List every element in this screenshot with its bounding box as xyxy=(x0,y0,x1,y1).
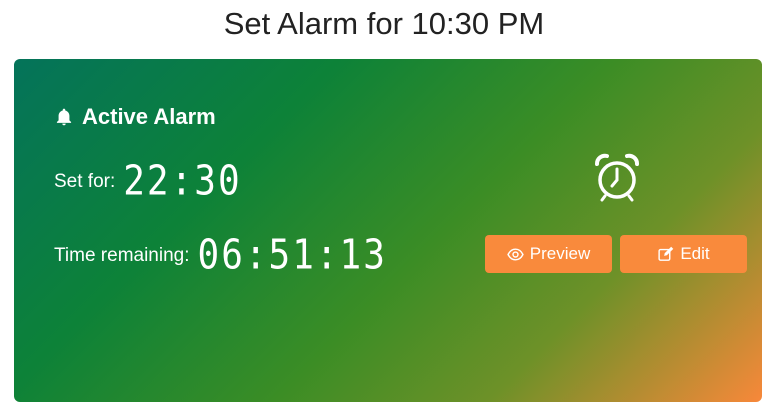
edit-button[interactable]: Edit xyxy=(620,235,747,273)
time-remaining-row: Time remaining: 06:51:13 xyxy=(54,231,387,280)
preview-button[interactable]: Preview xyxy=(485,235,612,273)
card-heading-text: Active Alarm xyxy=(82,104,216,129)
bell-icon xyxy=(56,108,72,126)
edit-button-label: Edit xyxy=(680,244,710,263)
preview-button-label: Preview xyxy=(529,244,591,263)
set-for-row: Set for: 22:30 xyxy=(54,157,242,206)
edit-icon xyxy=(658,246,674,261)
active-alarm-card: Active Alarm Set for: 22:30 Time remaini… xyxy=(14,59,762,402)
set-for-label: Set for: xyxy=(54,170,116,192)
card-heading: Active Alarm xyxy=(54,104,216,130)
time-remaining-value: 06:51:13 xyxy=(197,231,387,280)
eye-icon xyxy=(507,247,524,261)
page-title: Set Alarm for 10:30 PM xyxy=(223,6,545,41)
alarm-clock-icon xyxy=(595,153,639,202)
set-for-time: 22:30 xyxy=(123,157,242,206)
time-remaining-label: Time remaining: xyxy=(54,244,190,266)
